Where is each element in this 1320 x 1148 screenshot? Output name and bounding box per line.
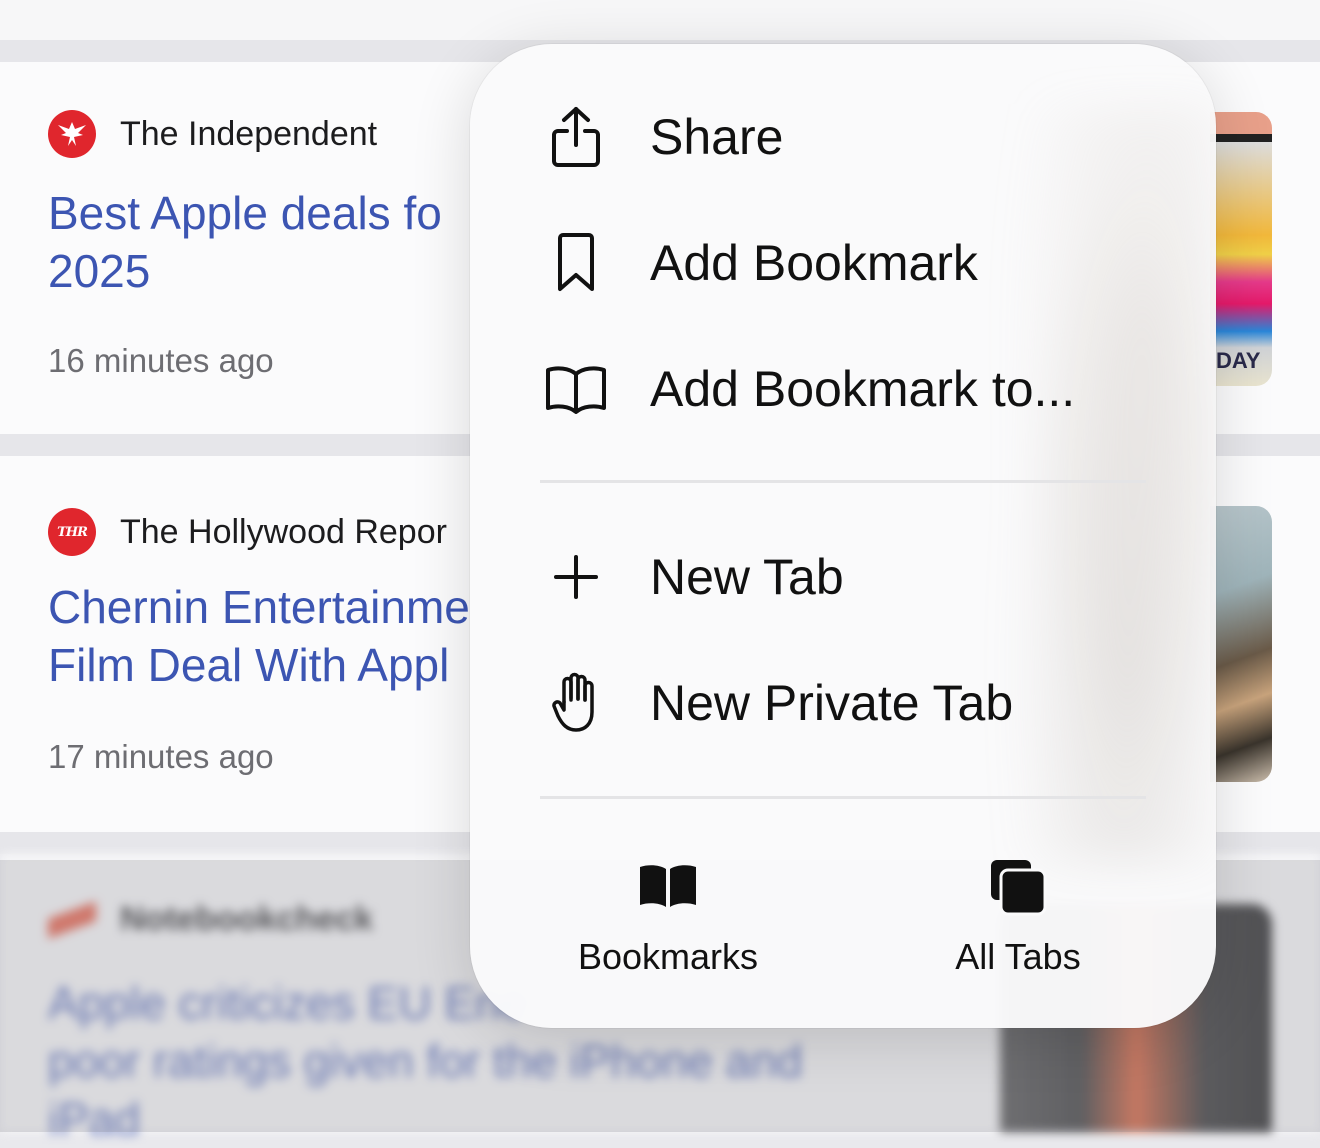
bookmarks-label: Bookmarks bbox=[577, 936, 759, 977]
top-bar bbox=[0, 0, 1320, 40]
bookmarks-button[interactable]: Bookmarks bbox=[538, 852, 798, 992]
menu-divider bbox=[540, 480, 1146, 483]
source-name: The Hollywood Repor bbox=[120, 512, 447, 551]
menu-item-new-tab[interactable]: New Tab bbox=[470, 522, 1216, 632]
source-name: The Independent bbox=[120, 114, 378, 153]
article-thumbnail: DAY bbox=[1210, 112, 1272, 386]
book-icon bbox=[542, 355, 610, 423]
article-headline[interactable]: Best Apple deals fo 2025 bbox=[48, 184, 488, 300]
share-icon bbox=[542, 103, 610, 171]
menu-item-label: Add Bookmark to... bbox=[650, 361, 1076, 417]
thumbnail-caption: DAY bbox=[1216, 348, 1261, 373]
plus-icon bbox=[542, 543, 610, 611]
bookmark-icon bbox=[542, 229, 610, 297]
all-tabs-button[interactable]: All Tabs bbox=[888, 852, 1148, 992]
menu-item-add-bookmark[interactable]: Add Bookmark bbox=[470, 208, 1216, 318]
article-timestamp: 17 minutes ago bbox=[48, 738, 274, 775]
menu-item-add-bookmark-to[interactable]: Add Bookmark to... bbox=[470, 334, 1216, 444]
menu-item-label: New Tab bbox=[650, 549, 844, 605]
menu-item-label: Share bbox=[650, 109, 784, 165]
menu-item-label: New Private Tab bbox=[650, 675, 1014, 731]
menu-divider bbox=[540, 796, 1146, 799]
hand-icon bbox=[542, 669, 610, 737]
independent-logo-icon bbox=[48, 110, 96, 158]
all-tabs-label: All Tabs bbox=[955, 936, 1081, 977]
book-filled-icon bbox=[633, 852, 703, 922]
context-menu: Share Add Bookmark Add Bookmark to... Ne… bbox=[470, 44, 1216, 1028]
tabs-icon bbox=[983, 852, 1053, 922]
thr-logo-icon: THR bbox=[48, 508, 96, 556]
article-thumbnail bbox=[1210, 506, 1272, 782]
article-source: The Independent bbox=[48, 110, 377, 158]
article-headline[interactable]: Chernin Entertainme Film Deal With Appl bbox=[48, 578, 488, 694]
menu-item-new-private-tab[interactable]: New Private Tab bbox=[470, 648, 1216, 758]
article-source: THR The Hollywood Repor bbox=[48, 508, 447, 556]
menu-item-label: Add Bookmark bbox=[650, 235, 978, 291]
menu-item-share[interactable]: Share bbox=[470, 82, 1216, 192]
article-timestamp: 16 minutes ago bbox=[48, 342, 274, 379]
